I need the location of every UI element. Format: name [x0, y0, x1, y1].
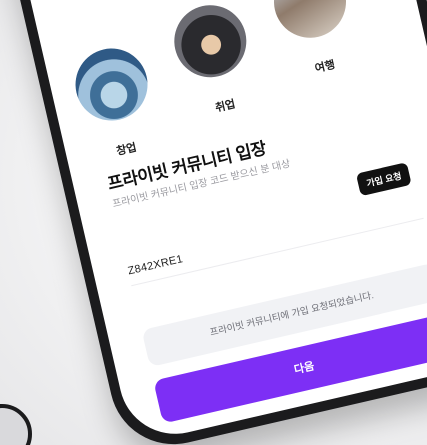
second-phone-edge: [0, 404, 32, 445]
startup-avatar: [68, 41, 155, 128]
category-label: 여행: [313, 58, 337, 76]
category-travel[interactable]: 여행: [263, 0, 366, 83]
community-code-input[interactable]: Z842XRE1: [127, 253, 184, 277]
category-label: 취업: [214, 98, 237, 115]
travel-avatar: [266, 0, 354, 45]
category-job[interactable]: 취업: [163, 0, 266, 122]
screen-content: 창업 취업 여행 프라이빗 커뮤니티 입장 프라이빗 커뮤니티 입장 코드 받으…: [66, 0, 427, 439]
category-startup[interactable]: 창업: [64, 40, 167, 165]
phone-mockup: 창업 취업 여행 프라이빗 커뮤니티 입장 프라이빗 커뮤니티 입장 코드 받으…: [0, 0, 427, 445]
mockup-stage: 창업 취업 여행 프라이빗 커뮤니티 입장 프라이빗 커뮤니티 입장 코드 받으…: [0, 0, 427, 445]
phone-frame: 창업 취업 여행 프라이빗 커뮤니티 입장 프라이빗 커뮤니티 입장 코드 받으…: [0, 0, 427, 445]
job-avatar: [167, 0, 254, 85]
join-request-button[interactable]: 가입 요청: [356, 162, 412, 197]
app-screen: 창업 취업 여행 프라이빗 커뮤니티 입장 프라이빗 커뮤니티 입장 코드 받으…: [0, 0, 427, 445]
